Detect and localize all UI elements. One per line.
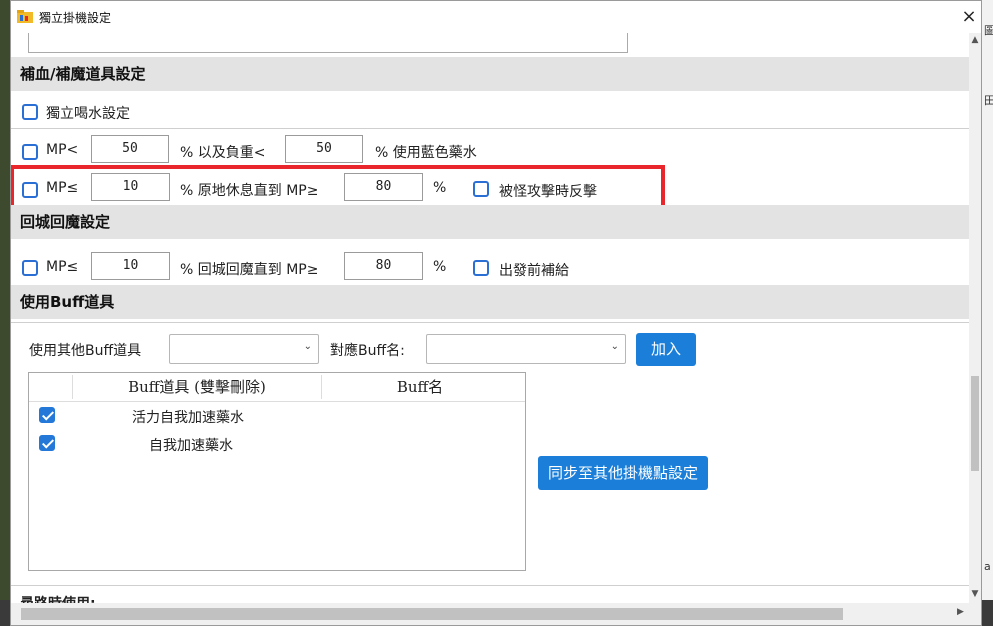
background-app-right: 圖 田 a <box>982 0 993 626</box>
add-button[interactable]: 加入 <box>636 333 696 366</box>
section-header-town: 回城回魔設定 <box>11 205 969 239</box>
buff-item-cell: 自我加速藥水 <box>149 438 233 454</box>
buff-item-cell: 活力自我加速藥水 <box>132 410 244 426</box>
independent-drink-checkbox[interactable] <box>22 104 38 120</box>
section-header-potion: 補血/補魔道具設定 <box>11 57 969 91</box>
row-checkbox[interactable] <box>39 435 55 451</box>
title-bar: 獨立掛機設定 × <box>11 1 981 33</box>
dialog-content: 補血/補魔道具設定 獨立喝水設定 MP< 50 % 以及負重< 50 % 使用藍… <box>11 33 969 603</box>
background-mark: 田 <box>984 94 993 107</box>
scrollbar-thumb[interactable] <box>971 376 979 471</box>
mapping-buff-label: 對應Buff名: <box>330 343 405 359</box>
mp-threshold-input[interactable]: 50 <box>91 135 169 163</box>
window-title: 獨立掛機設定 <box>39 11 112 25</box>
chevron-down-icon: ⌄ <box>610 341 619 352</box>
section-header-buff: 使用Buff道具 <box>11 285 969 319</box>
town-checkbox[interactable] <box>22 260 38 276</box>
divider <box>11 128 969 129</box>
weight-threshold-input[interactable]: 50 <box>285 135 363 163</box>
background-mark: a <box>984 560 991 573</box>
percent-label: % <box>433 259 447 275</box>
column-header-buff-item: Buff道具 (雙擊刪除) <box>128 378 266 396</box>
scrollbar-corner <box>969 603 981 625</box>
top-text-field[interactable] <box>28 33 628 53</box>
vertical-scrollbar[interactable]: ▲ ▼ <box>969 33 981 603</box>
scroll-down-icon[interactable]: ▼ <box>970 589 980 599</box>
scroll-up-icon[interactable]: ▲ <box>970 35 980 45</box>
horizontal-scrollbar[interactable]: ▶ <box>11 603 969 625</box>
buff-name-select[interactable]: ⌄ <box>426 334 626 364</box>
divider <box>11 322 969 323</box>
town-until-label: % 回城回魔直到 MP≥ <box>180 262 319 278</box>
highlight-box <box>11 165 665 209</box>
weight-label: % 以及負重< <box>180 145 266 161</box>
mp-label: MP< <box>46 142 79 158</box>
background-mark: 圖 <box>984 24 993 37</box>
resupply-label: 出發前補給 <box>499 263 569 279</box>
buff-table: Buff道具 (雙擊刪除) Buff名 活力自我加速藥水 自我加速藥水 <box>28 372 526 571</box>
mp-label: MP≤ <box>46 259 79 275</box>
blue-potion-checkbox[interactable] <box>22 144 38 160</box>
scrollbar-thumb[interactable] <box>21 608 843 620</box>
next-section-label: 尋路時使用: <box>20 593 96 603</box>
row-checkbox[interactable] <box>39 407 55 423</box>
folder-icon <box>17 10 33 23</box>
background-app-left <box>0 0 10 626</box>
chevron-down-icon: ⌄ <box>303 341 312 352</box>
table-header: Buff道具 (雙擊刪除) Buff名 <box>29 373 525 402</box>
resupply-checkbox[interactable] <box>473 260 489 276</box>
column-header-buff-name: Buff名 <box>396 378 444 396</box>
use-blue-potion-label: % 使用藍色藥水 <box>375 145 477 161</box>
town-mp-high-input[interactable]: 80 <box>344 252 423 280</box>
town-mp-low-input[interactable]: 10 <box>91 252 170 280</box>
divider <box>11 585 969 586</box>
settings-dialog: 獨立掛機設定 × 補血/補魔道具設定 獨立喝水設定 MP< 50 % 以及負重<… <box>10 0 982 626</box>
other-buff-item-label: 使用其他Buff道具 <box>29 343 142 359</box>
sync-settings-button[interactable]: 同步至其他掛機點設定 <box>538 456 708 490</box>
scroll-right-icon[interactable]: ▶ <box>957 607 964 617</box>
close-button[interactable]: × <box>955 3 981 31</box>
independent-drink-label: 獨立喝水設定 <box>46 106 130 122</box>
buff-item-select[interactable]: ⌄ <box>169 334 319 364</box>
